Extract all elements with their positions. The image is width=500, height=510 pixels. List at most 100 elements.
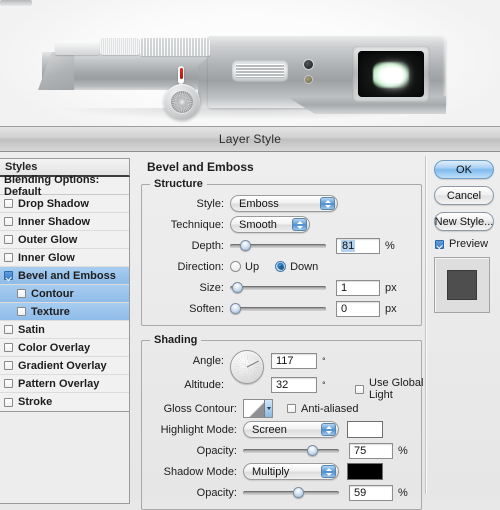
depth-slider-thumb[interactable] — [240, 239, 251, 251]
depth-input[interactable]: 81 — [336, 237, 380, 254]
size-slider-thumb[interactable] — [232, 281, 243, 293]
altitude-input[interactable]: 32 — [271, 376, 317, 393]
texture-checkbox[interactable] — [17, 307, 26, 316]
contour-checkbox[interactable] — [17, 289, 26, 298]
direction-down-radio[interactable] — [275, 261, 287, 272]
soften-slider-track[interactable] — [230, 306, 326, 311]
camera-port — [304, 60, 313, 69]
shadow-opacity-slider[interactable] — [243, 486, 339, 500]
soften-label: Soften: — [189, 302, 224, 315]
sidebar-item-label: Bevel and Emboss — [18, 269, 116, 282]
chevron-updown-icon[interactable] — [321, 465, 336, 478]
size-slider-track[interactable] — [230, 285, 326, 290]
structure-group: Structure Style: Emboss Technique: Smoot… — [141, 178, 422, 326]
size-input[interactable]: 1 — [336, 279, 380, 296]
highlight-mode-select[interactable]: Screen — [243, 421, 339, 438]
highlight-mode-label: Highlight Mode: — [160, 423, 237, 436]
highlight-opacity-unit: % — [398, 444, 408, 457]
shading-group: Shading Angle: Altitude: 117 ° 32 ° Use … — [141, 334, 423, 510]
preview-row[interactable]: Preview — [435, 238, 494, 250]
shadow-color-swatch[interactable] — [347, 463, 383, 480]
sidebar-item-label: Outer Glow — [18, 233, 78, 246]
gloss-contour-swatch[interactable] — [243, 399, 273, 418]
cancel-button[interactable]: Cancel — [434, 186, 494, 205]
sidebar-item-inner-shadow[interactable]: Inner Shadow — [0, 213, 129, 231]
direction-up-radio[interactable] — [230, 261, 241, 272]
gloss-contour-row: Gloss Contour: Anti-aliased — [148, 399, 415, 418]
sidebar-item-label: Pattern Overlay — [18, 377, 100, 390]
dialog-titlebar[interactable]: Layer Style — [0, 126, 500, 152]
shadow-opacity-unit: % — [398, 486, 408, 499]
shadow-opacity-track[interactable] — [243, 490, 339, 495]
shadow-opacity-thumb[interactable] — [293, 486, 304, 498]
new-style-button[interactable]: New Style... — [434, 212, 494, 231]
inner-shadow-checkbox[interactable] — [4, 217, 13, 226]
sidebar-item-outer-glow[interactable]: Outer Glow — [0, 231, 129, 249]
styles-panel: Styles Blending Options: Default Drop Sh… — [0, 152, 133, 504]
ok-button[interactable]: OK — [434, 160, 494, 179]
sidebar-item-satin[interactable]: Satin — [0, 321, 129, 339]
chevron-updown-icon[interactable] — [321, 423, 336, 436]
sidebar-item-gradient-overlay[interactable]: Gradient Overlay — [0, 357, 129, 375]
page-title: Bevel and Emboss — [147, 160, 254, 174]
sidebar-item-drop-shadow[interactable]: Drop Shadow — [0, 195, 129, 213]
pattern-overlay-checkbox[interactable] — [4, 379, 13, 388]
chevron-updown-icon[interactable] — [292, 218, 307, 231]
dialog-actions: OK Cancel New Style... Preview — [428, 152, 500, 500]
soften-slider[interactable] — [230, 302, 326, 316]
sidebar-item-bevel-and-emboss[interactable]: Bevel and Emboss — [0, 267, 129, 285]
style-select[interactable]: Emboss — [230, 195, 338, 212]
soften-slider-thumb[interactable] — [230, 302, 241, 314]
angle-value: 117 — [276, 354, 294, 367]
depth-slider[interactable] — [230, 239, 326, 253]
sidebar-item-color-overlay[interactable]: Color Overlay — [0, 339, 129, 357]
highlight-opacity-slider[interactable] — [243, 444, 339, 458]
soften-row: Soften: 0 px — [148, 299, 415, 318]
preview-checkbox[interactable] — [435, 239, 444, 249]
sidebar-item-contour[interactable]: Contour — [0, 285, 129, 303]
gradient-overlay-checkbox[interactable] — [4, 361, 13, 370]
shadow-opacity-label: Opacity: — [196, 486, 237, 499]
sidebar-item-label: Stroke — [18, 396, 53, 408]
dialog-body: Styles Blending Options: Default Drop Sh… — [0, 152, 500, 510]
technique-select[interactable]: Smooth — [230, 216, 310, 233]
size-slider[interactable] — [230, 281, 326, 295]
shadow-opacity-input[interactable]: 59 — [349, 484, 393, 501]
depth-row: Depth: 81 % — [148, 236, 415, 255]
color-overlay-checkbox[interactable] — [4, 343, 13, 352]
use-global-light-label: Use Global Light — [369, 377, 424, 401]
outer-glow-checkbox[interactable] — [4, 235, 13, 244]
angle-input[interactable]: 117 — [271, 352, 317, 369]
sidebar-item-blending-options[interactable]: Blending Options: Default — [0, 173, 129, 198]
highlight-opacity-thumb[interactable] — [307, 444, 318, 456]
anti-aliased-checkbox[interactable] — [287, 404, 296, 413]
size-unit: px — [385, 281, 397, 294]
viewfinder-highlight — [384, 68, 403, 83]
highlight-color-swatch[interactable] — [347, 421, 383, 438]
stroke-checkbox[interactable] — [4, 397, 13, 407]
sidebar-item-inner-glow[interactable]: Inner Glow — [0, 249, 129, 267]
highlight-opacity-track[interactable] — [243, 448, 339, 453]
inner-glow-checkbox[interactable] — [4, 253, 13, 262]
sidebar-item-pattern-overlay[interactable]: Pattern Overlay — [0, 375, 129, 393]
size-value: 1 — [341, 281, 348, 294]
sidebar-item-texture[interactable]: Texture — [0, 303, 129, 321]
blending-options-label: Blending Options: Default — [4, 173, 100, 198]
soften-input[interactable]: 0 — [336, 300, 380, 317]
angle-dial[interactable] — [230, 350, 264, 384]
camera-screw — [305, 76, 312, 83]
screenshot-root: Layer Style Styles Blending Options: Def… — [0, 0, 500, 510]
shadow-mode-value: Multiply — [252, 465, 290, 478]
highlight-opacity-input[interactable]: 75 — [349, 442, 393, 459]
use-global-light-checkbox[interactable] — [355, 384, 364, 394]
drop-shadow-checkbox[interactable] — [4, 199, 13, 208]
chevron-updown-icon[interactable] — [320, 197, 335, 210]
chevron-down-icon[interactable] — [264, 400, 272, 417]
satin-checkbox[interactable] — [4, 325, 13, 334]
style-label: Style: — [196, 197, 224, 210]
sidebar-item-stroke[interactable]: Stroke — [0, 393, 129, 411]
shadow-mode-select[interactable]: Multiply — [243, 463, 339, 480]
depth-value: 81 — [341, 239, 356, 252]
layer-style-dialog: Layer Style Styles Blending Options: Def… — [0, 126, 500, 510]
bevel-and-emboss-checkbox[interactable] — [4, 271, 13, 280]
